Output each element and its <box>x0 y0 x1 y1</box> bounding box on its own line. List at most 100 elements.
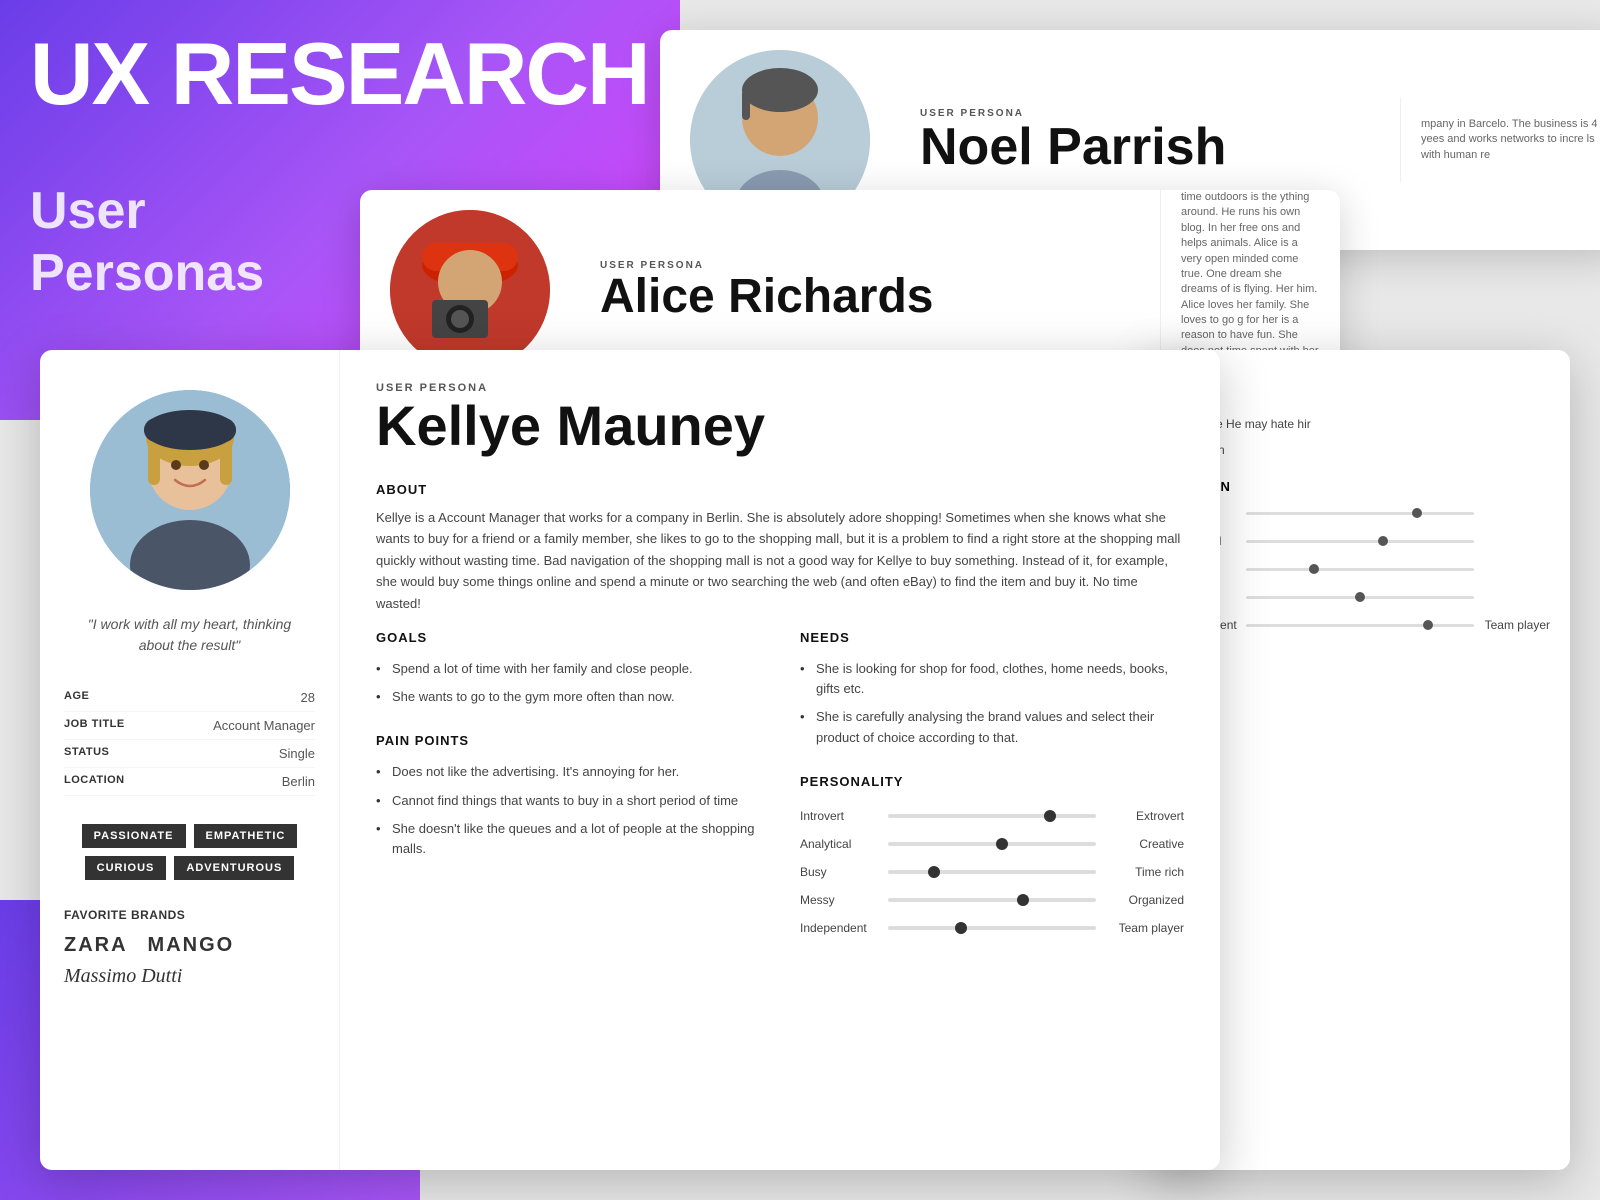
kellye-brands: FAVORITE BRANDS ZARA MANGO Massimo Dutti <box>64 908 315 988</box>
slider-track-busy <box>888 870 1096 874</box>
two-col-layout: GOALS Spend a lot of time with her famil… <box>376 630 1184 949</box>
noel-info: USER PERSONA Noel Parrish <box>900 88 1400 193</box>
slider-introvert-right: Extrovert <box>1104 809 1184 823</box>
slider-messy: Messy Organized <box>800 893 1184 907</box>
slider-messy-right: Organized <box>1104 893 1184 907</box>
partial-track-1 <box>1246 512 1474 515</box>
partial-needs-title: NEEDS <box>1170 388 1550 403</box>
partial-track-4 <box>1246 596 1474 599</box>
hero-subtitle: User Personas <box>30 180 264 305</box>
slider-thumb-introvert <box>1044 810 1056 822</box>
location-value: Berlin <box>282 774 315 789</box>
brand-mango: MANGO <box>148 934 235 957</box>
slider-busy-left: Busy <box>800 865 880 879</box>
alice-avatar-svg <box>390 210 550 370</box>
needs-heading: NEEDS <box>800 630 1184 645</box>
partial-thumb-2 <box>1378 536 1388 546</box>
slider-track-introvert <box>888 814 1096 818</box>
slider-busy-right: Time rich <box>1104 865 1184 879</box>
brand-zara: ZARA <box>64 934 128 957</box>
slider-thumb-independent <box>955 922 967 934</box>
slider-thumb-messy <box>1017 894 1029 906</box>
right-col: NEEDS She is looking for shop for food, … <box>800 630 1184 949</box>
about-text: Kellye is a Account Manager that works f… <box>376 507 1184 614</box>
kellye-main-content: USER PERSONA Kellye Mauney ABOUT Kellye … <box>340 350 1220 1170</box>
partial-slider-independent: Independent Team player <box>1170 618 1550 632</box>
slider-analytical-left: Analytical <box>800 837 880 851</box>
kellye-info-table: AGE 28 JOB TITLE Account Manager STATUS … <box>64 684 315 796</box>
kellye-persona-label: USER PERSONA <box>376 382 1184 394</box>
kellye-location-row: LOCATION Berlin <box>64 768 315 796</box>
partial-slider-messy: Messy <box>1170 590 1550 604</box>
personality-heading: PERSONALITY <box>800 774 1184 789</box>
partial-slider-independent-right: Team player <box>1480 618 1550 632</box>
slider-introvert: Introvert Extrovert <box>800 809 1184 823</box>
need-1: She is looking for shop for food, clothe… <box>800 655 1184 703</box>
goals-heading: GOALS <box>376 630 760 645</box>
left-col: GOALS Spend a lot of time with her famil… <box>376 630 760 949</box>
age-value: 28 <box>301 690 315 705</box>
slider-track-independent <box>888 926 1096 930</box>
partial-thumb-1 <box>1412 508 1422 518</box>
noel-name: Noel Parrish <box>920 121 1380 173</box>
status-value: Single <box>279 746 315 761</box>
slider-thumb-analytical <box>996 838 1008 850</box>
personality-sliders: Introvert Extrovert Analytical Creative <box>800 809 1184 935</box>
slider-track-messy <box>888 898 1096 902</box>
brand-massimo: Massimo Dutti <box>64 965 315 988</box>
slider-independent: Independent Team player <box>800 921 1184 935</box>
brands-list: ZARA MANGO <box>64 934 315 957</box>
tag-curious: CURIOUS <box>85 856 167 880</box>
noel-desc: mpany in Barcelo. The business is 4 yees… <box>1421 117 1600 163</box>
job-value: Account Manager <box>213 718 315 733</box>
partial-slider-analytical: Analytical <box>1170 534 1550 548</box>
alice-info: USER PERSONA Alice Richards <box>580 240 1160 341</box>
partial-thumb-5 <box>1423 620 1433 630</box>
pain-points-list: Does not like the advertising. It's anno… <box>376 758 760 863</box>
kellye-avatar <box>90 390 290 590</box>
partial-thumb-4 <box>1355 592 1365 602</box>
brand-massimo-text: Massimo Dutti <box>64 965 182 987</box>
partial-track-2 <box>1246 540 1474 543</box>
hero-subtitle-line2: Personas <box>30 242 264 304</box>
kellye-quote: "I work with all my heart, thinking abou… <box>64 614 315 656</box>
slider-track-analytical <box>888 842 1096 846</box>
alice-persona-label: USER PERSONA <box>600 260 1140 271</box>
goals-list: Spend a lot of time with her family and … <box>376 655 760 711</box>
location-label: LOCATION <box>64 774 125 789</box>
partial-track-5 <box>1246 624 1474 627</box>
kellye-status-row: STATUS Single <box>64 740 315 768</box>
tag-empathetic: EMPATHETIC <box>194 824 298 848</box>
slider-thumb-busy <box>928 866 940 878</box>
age-label: AGE <box>64 690 89 705</box>
kellye-tags: PASSIONATE EMPATHETIC CURIOUS ADVENTUROU… <box>64 824 315 880</box>
pain-3: She doesn't like the queues and a lot of… <box>376 815 760 863</box>
goal-1: Spend a lot of time with her family and … <box>376 655 760 683</box>
alice-avatar <box>390 210 550 370</box>
tag-adventurous: ADVENTUROUS <box>174 856 294 880</box>
pain-points-heading: PAIN POINTS <box>376 733 760 748</box>
slider-busy: Busy Time rich <box>800 865 1184 879</box>
partial-need-1: He nee He may hate hir <box>1170 415 1550 433</box>
partial-personality-title: PERSON <box>1170 479 1550 494</box>
needs-list: She is looking for shop for food, clothe… <box>800 655 1184 752</box>
hero-subtitle-line1: User <box>30 180 264 242</box>
partial-slider-introvert: Introvert <box>1170 506 1550 520</box>
kellye-avatar-svg <box>90 390 290 590</box>
pain-2: Cannot find things that wants to buy in … <box>376 787 760 815</box>
slider-independent-right: Team player <box>1104 921 1184 935</box>
card-kellye: "I work with all my heart, thinking abou… <box>40 350 1220 1170</box>
kellye-job-row: JOB TITLE Account Manager <box>64 712 315 740</box>
partial-track-3 <box>1246 568 1474 571</box>
job-label: JOB TITLE <box>64 718 125 733</box>
alice-name: Alice Richards <box>600 273 1140 321</box>
brands-label: FAVORITE BRANDS <box>64 908 315 922</box>
kellye-name: Kellye Mauney <box>376 398 1184 454</box>
noel-persona-label: USER PERSONA <box>920 108 1380 119</box>
partial-slider-busy: Busy <box>1170 562 1550 576</box>
kellye-age-row: AGE 28 <box>64 684 315 712</box>
slider-introvert-left: Introvert <box>800 809 880 823</box>
partial-need-2: He wan <box>1170 441 1550 459</box>
slider-analytical-right: Creative <box>1104 837 1184 851</box>
tag-passionate: PASSIONATE <box>82 824 186 848</box>
